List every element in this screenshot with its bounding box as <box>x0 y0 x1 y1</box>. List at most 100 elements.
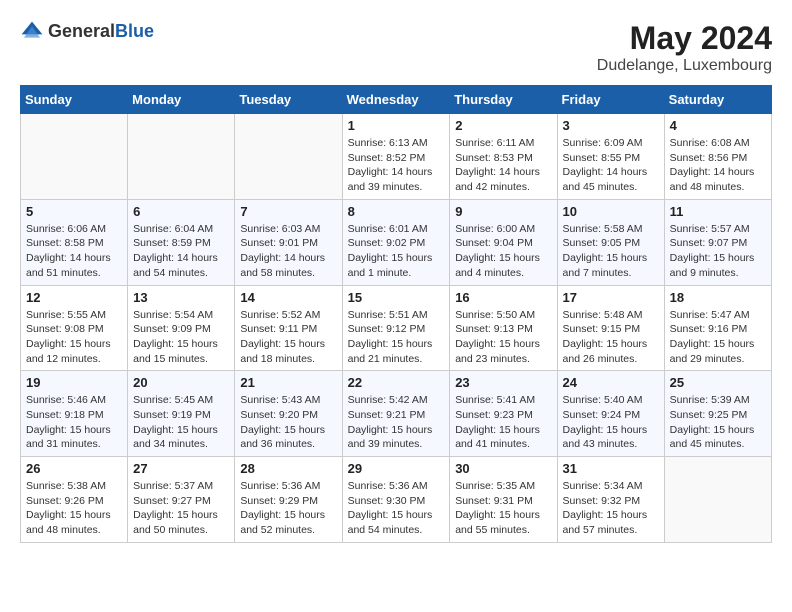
calendar-header-row: Sunday Monday Tuesday Wednesday Thursday… <box>21 86 772 114</box>
table-row: 9 Sunrise: 6:00 AM Sunset: 9:04 PM Daylig… <box>450 199 557 285</box>
col-wednesday: Wednesday <box>342 86 450 114</box>
col-sunday: Sunday <box>21 86 128 114</box>
day-detail: Sunrise: 5:36 AM Sunset: 9:30 PM Dayligh… <box>348 479 445 538</box>
col-tuesday: Tuesday <box>235 86 342 114</box>
day-detail: Sunrise: 5:41 AM Sunset: 9:23 PM Dayligh… <box>455 393 551 452</box>
table-row: 20Sunrise: 5:45 AM Sunset: 9:19 PM Dayli… <box>128 371 235 457</box>
day-number: 24 <box>563 375 659 390</box>
day-number: 7 <box>240 204 336 219</box>
table-row: 21 Sunrise: 5:43 AM Sunset: 9:20 PM Dayli… <box>235 371 342 457</box>
day-number: 29 <box>348 461 445 476</box>
col-monday: Monday <box>128 86 235 114</box>
day-detail: Sunrise: 6:11 AM Sunset: 8:53 PM Dayligh… <box>455 136 551 195</box>
day-number: 15 <box>348 290 445 305</box>
table-row: 2 Sunrise: 6:11 AM Sunset: 8:53 PM Daylig… <box>450 114 557 200</box>
table-row: 30 Sunrise: 5:35 AM Sunset: 9:31 PM Dayli… <box>450 457 557 543</box>
day-number: 13 <box>133 290 229 305</box>
day-detail: Sunrise: 5:36 AM Sunset: 9:29 PM Dayligh… <box>240 479 336 538</box>
day-number: 6 <box>133 204 229 219</box>
day-number: 30 <box>455 461 551 476</box>
table-row: 11Sunrise: 5:57 AM Sunset: 9:07 PM Dayli… <box>664 199 771 285</box>
day-number: 18 <box>670 290 766 305</box>
table-row: 12Sunrise: 5:55 AM Sunset: 9:08 PM Dayli… <box>21 285 128 371</box>
day-detail: Sunrise: 6:06 AM Sunset: 8:58 PM Dayligh… <box>26 222 122 281</box>
day-detail: Sunrise: 5:40 AM Sunset: 9:24 PM Dayligh… <box>563 393 659 452</box>
table-row <box>128 114 235 200</box>
table-row <box>235 114 342 200</box>
day-detail: Sunrise: 5:42 AM Sunset: 9:21 PM Dayligh… <box>348 393 445 452</box>
day-number: 16 <box>455 290 551 305</box>
table-row: 10 Sunrise: 5:58 AM Sunset: 9:05 PM Dayli… <box>557 199 664 285</box>
calendar-subtitle: Dudelange, Luxembourg <box>597 57 772 75</box>
table-row: 31 Sunrise: 5:34 AM Sunset: 9:32 PM Dayli… <box>557 457 664 543</box>
table-row: 18 Sunrise: 5:47 AM Sunset: 9:16 PM Dayli… <box>664 285 771 371</box>
day-detail: Sunrise: 5:35 AM Sunset: 9:31 PM Dayligh… <box>455 479 551 538</box>
day-number: 4 <box>670 118 766 133</box>
table-row <box>664 457 771 543</box>
day-detail: Sunrise: 5:39 AM Sunset: 9:25 PM Dayligh… <box>670 393 766 452</box>
day-detail: Sunrise: 6:03 AM Sunset: 9:01 PM Dayligh… <box>240 222 336 281</box>
table-row: 1 Sunrise: 6:13 AM Sunset: 8:52 PM Daylig… <box>342 114 450 200</box>
table-row: 22 Sunrise: 5:42 AM Sunset: 9:21 PM Dayli… <box>342 371 450 457</box>
calendar-week-row: 19Sunrise: 5:46 AM Sunset: 9:18 PM Dayli… <box>21 371 772 457</box>
table-row: 29 Sunrise: 5:36 AM Sunset: 9:30 PM Dayli… <box>342 457 450 543</box>
day-detail: Sunrise: 5:47 AM Sunset: 9:16 PM Dayligh… <box>670 308 766 367</box>
day-number: 8 <box>348 204 445 219</box>
day-number: 5 <box>26 204 122 219</box>
day-detail: Sunrise: 5:45 AM Sunset: 9:19 PM Dayligh… <box>133 393 229 452</box>
day-number: 31 <box>563 461 659 476</box>
page-header: GeneralBlue May 2024 Dudelange, Luxembou… <box>20 20 772 75</box>
day-detail: Sunrise: 5:46 AM Sunset: 9:18 PM Dayligh… <box>26 393 122 452</box>
day-number: 1 <box>348 118 445 133</box>
table-row: 28 Sunrise: 5:36 AM Sunset: 9:29 PM Dayli… <box>235 457 342 543</box>
day-number: 2 <box>455 118 551 133</box>
day-number: 21 <box>240 375 336 390</box>
day-detail: Sunrise: 5:50 AM Sunset: 9:13 PM Dayligh… <box>455 308 551 367</box>
day-detail: Sunrise: 5:58 AM Sunset: 9:05 PM Dayligh… <box>563 222 659 281</box>
table-row: 24 Sunrise: 5:40 AM Sunset: 9:24 PM Dayli… <box>557 371 664 457</box>
table-row: 14Sunrise: 5:52 AM Sunset: 9:11 PM Dayli… <box>235 285 342 371</box>
day-number: 11 <box>670 204 766 219</box>
col-saturday: Saturday <box>664 86 771 114</box>
calendar-title: May 2024 <box>597 20 772 57</box>
day-detail: Sunrise: 5:51 AM Sunset: 9:12 PM Dayligh… <box>348 308 445 367</box>
day-number: 10 <box>563 204 659 219</box>
calendar-week-row: 5 Sunrise: 6:06 AM Sunset: 8:58 PM Daylig… <box>21 199 772 285</box>
day-number: 17 <box>563 290 659 305</box>
day-detail: Sunrise: 5:38 AM Sunset: 9:26 PM Dayligh… <box>26 479 122 538</box>
table-row: 25 Sunrise: 5:39 AM Sunset: 9:25 PM Dayli… <box>664 371 771 457</box>
day-number: 3 <box>563 118 659 133</box>
day-number: 9 <box>455 204 551 219</box>
table-row: 26 Sunrise: 5:38 AM Sunset: 9:26 PM Dayli… <box>21 457 128 543</box>
logo-general: General <box>48 21 115 41</box>
day-number: 12 <box>26 290 122 305</box>
calendar-table: Sunday Monday Tuesday Wednesday Thursday… <box>20 85 772 543</box>
table-row: 19Sunrise: 5:46 AM Sunset: 9:18 PM Dayli… <box>21 371 128 457</box>
day-detail: Sunrise: 5:37 AM Sunset: 9:27 PM Dayligh… <box>133 479 229 538</box>
day-number: 28 <box>240 461 336 476</box>
col-friday: Friday <box>557 86 664 114</box>
day-detail: Sunrise: 5:34 AM Sunset: 9:32 PM Dayligh… <box>563 479 659 538</box>
day-number: 22 <box>348 375 445 390</box>
table-row <box>21 114 128 200</box>
table-row: 16 Sunrise: 5:50 AM Sunset: 9:13 PM Dayli… <box>450 285 557 371</box>
day-detail: Sunrise: 6:04 AM Sunset: 8:59 PM Dayligh… <box>133 222 229 281</box>
calendar-week-row: 26 Sunrise: 5:38 AM Sunset: 9:26 PM Dayli… <box>21 457 772 543</box>
day-detail: Sunrise: 5:54 AM Sunset: 9:09 PM Dayligh… <box>133 308 229 367</box>
day-detail: Sunrise: 6:00 AM Sunset: 9:04 PM Dayligh… <box>455 222 551 281</box>
logo-blue: Blue <box>115 21 154 41</box>
table-row: 6 Sunrise: 6:04 AM Sunset: 8:59 PM Daylig… <box>128 199 235 285</box>
table-row: 27Sunrise: 5:37 AM Sunset: 9:27 PM Dayli… <box>128 457 235 543</box>
day-detail: Sunrise: 6:13 AM Sunset: 8:52 PM Dayligh… <box>348 136 445 195</box>
day-number: 23 <box>455 375 551 390</box>
logo: GeneralBlue <box>20 20 154 44</box>
day-number: 25 <box>670 375 766 390</box>
logo-text: GeneralBlue <box>48 22 154 42</box>
table-row: 15 Sunrise: 5:51 AM Sunset: 9:12 PM Dayli… <box>342 285 450 371</box>
day-number: 26 <box>26 461 122 476</box>
day-number: 14 <box>240 290 336 305</box>
table-row: 17Sunrise: 5:48 AM Sunset: 9:15 PM Dayli… <box>557 285 664 371</box>
table-row: 8Sunrise: 6:01 AM Sunset: 9:02 PM Daylig… <box>342 199 450 285</box>
calendar-week-row: 12Sunrise: 5:55 AM Sunset: 9:08 PM Dayli… <box>21 285 772 371</box>
day-detail: Sunrise: 5:43 AM Sunset: 9:20 PM Dayligh… <box>240 393 336 452</box>
